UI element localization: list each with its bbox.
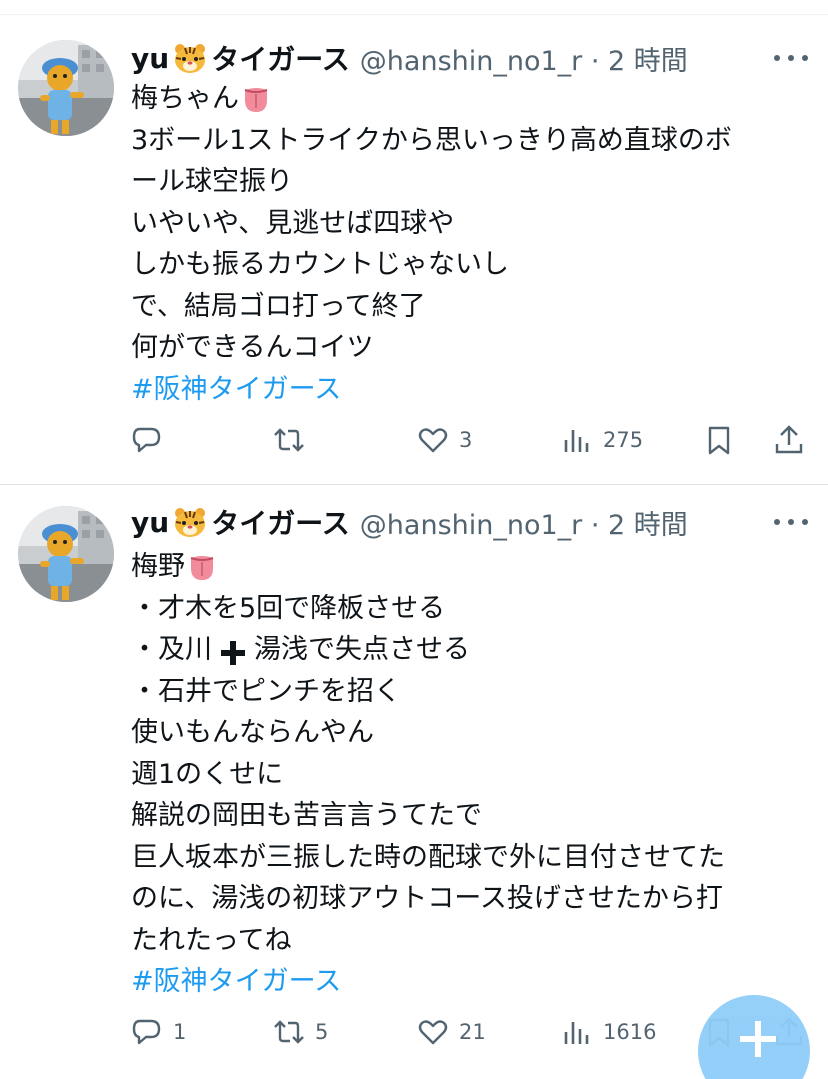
tweet-line: 巨人坂本が三振した時の配球で外に目付させてた xyxy=(131,841,725,873)
heart-icon xyxy=(418,1020,448,1045)
handle-and-time[interactable]: @hanshin_no1_r · 2 時間 xyxy=(360,39,688,78)
tweet[interactable]: yu タイガース @hanshin_no1_r · 2 時間 梅野 ・才木を5回… xyxy=(0,502,828,1079)
tweet-line: 解説の岡田も苦言言うてたで xyxy=(131,800,482,831)
tweet-line: で、結局ゴロ打って終了 xyxy=(131,290,426,322)
share-button[interactable] xyxy=(773,420,805,460)
avatar-image xyxy=(18,40,114,136)
reply-button[interactable]: 1 xyxy=(131,1012,186,1052)
tweet-header: yu タイガース @hanshin_no1_r · 2 時間 xyxy=(131,502,688,542)
avatar[interactable] xyxy=(18,40,114,136)
display-name[interactable]: yu xyxy=(131,42,169,75)
tweet-line: 週1のくせに xyxy=(131,758,284,790)
tweet-divider xyxy=(0,484,828,485)
reply-button[interactable] xyxy=(131,420,173,460)
tweet-line: ・石井でピンチを招く xyxy=(131,675,401,707)
heart-icon xyxy=(418,428,448,453)
tweet-header: yu タイガース @hanshin_no1_r · 2 時間 xyxy=(131,38,688,78)
reply-count: 1 xyxy=(173,1020,187,1044)
views-count: 1616 xyxy=(603,1020,657,1044)
tweet-line: のに、湯浅の初球アウトコース投げさせたから打 xyxy=(131,883,723,914)
tweet-line: 3ボール1ストライクから思いっきり高め直球のボ xyxy=(131,124,732,156)
tongue-emoji-icon xyxy=(187,552,217,582)
tweet-line: ール球空振り xyxy=(131,166,293,197)
display-name-suffix[interactable]: タイガース xyxy=(211,38,350,78)
tweet-text: 梅野 ・才木を5回で降板させる ・及川 湯浅で失点させる ・石井でピンチを招く … xyxy=(131,546,725,1003)
views-count: 275 xyxy=(603,428,644,452)
reply-icon xyxy=(132,1019,161,1045)
heavy-plus-emoji-icon xyxy=(220,637,246,665)
tweet-line: ・才木を5回で降板させる xyxy=(131,592,446,624)
display-name[interactable]: yu xyxy=(131,506,169,539)
avatar-image xyxy=(18,506,114,602)
tweet[interactable]: yu タイガース @hanshin_no1_r · 2 時間 梅ちゃん 3ボール… xyxy=(0,38,828,478)
views-icon xyxy=(564,1022,589,1044)
retweet-icon xyxy=(274,428,304,452)
tweet-line: しかも振るカウントじゃないし xyxy=(131,249,509,280)
views-button[interactable]: 275 xyxy=(561,420,643,460)
tiger-emoji-icon xyxy=(173,42,207,74)
tongue-emoji-icon xyxy=(241,84,271,114)
views-icon xyxy=(564,430,589,452)
hashtag-link[interactable]: #阪神タイガース xyxy=(131,961,725,1003)
tweet-text: 梅ちゃん 3ボール1ストライクから思いっきり高め直球のボ ール球空振り いやいや… xyxy=(131,78,732,410)
top-divider xyxy=(0,14,828,15)
like-count: 21 xyxy=(459,1020,486,1044)
tweet-line: 梅野 xyxy=(131,546,725,588)
tweet-line: 使いもんならんやん xyxy=(131,717,374,748)
bookmark-button[interactable] xyxy=(703,420,735,460)
retweet-button[interactable]: 5 xyxy=(273,1012,328,1052)
hashtag-link[interactable]: #阪神タイガース xyxy=(131,369,732,411)
bookmark-icon xyxy=(708,426,730,455)
more-options-icon[interactable] xyxy=(774,512,808,532)
reply-icon xyxy=(132,427,161,453)
retweet-count: 5 xyxy=(315,1020,329,1044)
retweet-button[interactable] xyxy=(273,420,315,460)
views-button[interactable]: 1616 xyxy=(561,1012,656,1052)
retweet-icon xyxy=(274,1020,304,1044)
display-name-suffix[interactable]: タイガース xyxy=(211,502,350,542)
tweet-line: 梅ちゃん xyxy=(131,78,732,120)
tweet-line: ・及川 湯浅で失点させる xyxy=(131,634,470,665)
tweet-line: 何ができるんコイツ xyxy=(131,332,374,363)
avatar[interactable] xyxy=(18,506,114,602)
like-button[interactable]: 3 xyxy=(417,420,472,460)
like-button[interactable]: 21 xyxy=(417,1012,486,1052)
more-options-icon[interactable] xyxy=(774,48,808,68)
tweet-line: いやいや、見逃せば四球や xyxy=(131,207,455,239)
like-count: 3 xyxy=(459,428,473,452)
handle-and-time[interactable]: @hanshin_no1_r · 2 時間 xyxy=(360,503,688,542)
tiger-emoji-icon xyxy=(173,506,207,538)
share-icon xyxy=(775,425,803,454)
tweet-line: たれたってね xyxy=(131,924,292,956)
action-bar: 3 275 xyxy=(131,420,811,460)
compose-plus-icon xyxy=(740,1021,776,1057)
